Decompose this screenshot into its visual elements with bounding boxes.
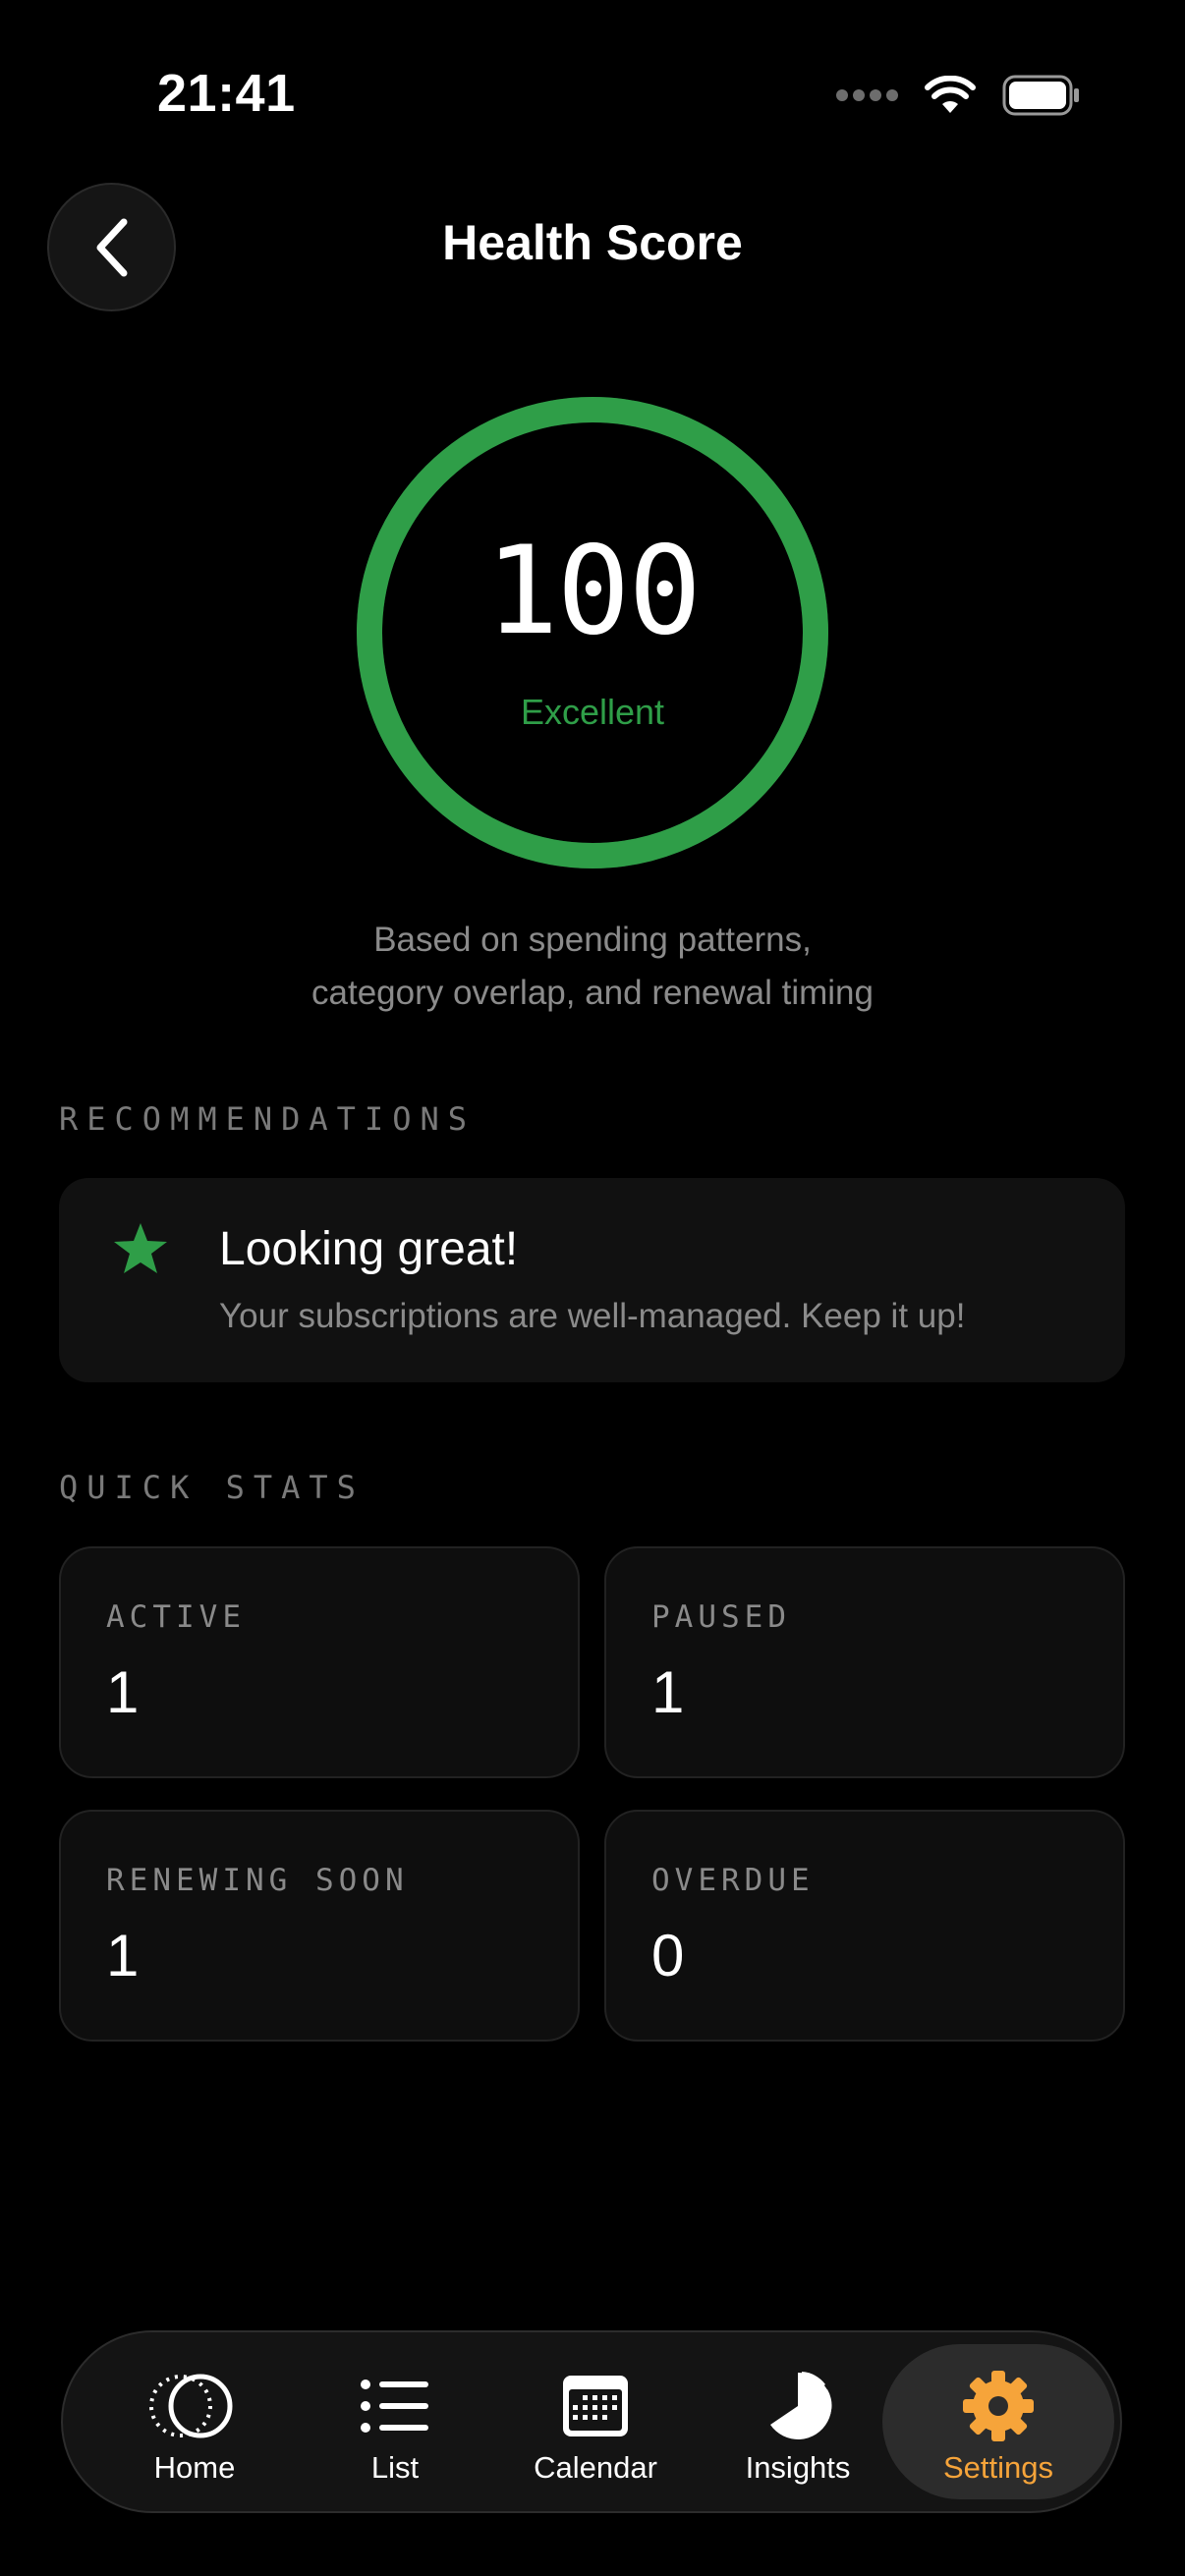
score-description: Based on spending patterns, category ove… — [0, 914, 1185, 1020]
battery-icon — [1002, 75, 1079, 116]
recommendations-heading: RECOMMENDATIONS — [59, 1100, 476, 1138]
calendar-icon — [563, 2376, 628, 2436]
recommendation-body: Your subscriptions are well-managed. Kee… — [219, 1297, 966, 1335]
tab-label: Calendar — [534, 2450, 657, 2485]
star-icon — [114, 1223, 167, 1273]
tab-label: List — [370, 2450, 420, 2485]
tab-list[interactable]: List — [279, 2344, 511, 2499]
stat-value: 1 — [651, 1659, 685, 1725]
stat-label: OVERDUE — [651, 1863, 815, 1898]
stat-card-paused: PAUSED 1 — [604, 1546, 1125, 1778]
stat-card-active: ACTIVE 1 — [59, 1546, 580, 1778]
tab-label: Home — [153, 2450, 236, 2485]
wifi-icon — [925, 76, 976, 113]
stat-label: ACTIVE — [106, 1599, 246, 1635]
gear-icon — [963, 2371, 1034, 2441]
recommendation-card: Looking great! Your subscriptions are we… — [59, 1178, 1125, 1382]
stat-card-overdue: OVERDUE 0 — [604, 1810, 1125, 2042]
quick-stats-heading: QUICK STATS — [59, 1469, 365, 1506]
home-orbit-icon — [149, 2374, 233, 2438]
stat-label: RENEWING SOON — [106, 1863, 409, 1898]
tab-label: Insights — [745, 2450, 851, 2485]
score-rating-label: Excellent — [520, 692, 665, 732]
tab-label: Settings — [942, 2450, 1053, 2485]
stat-value: 1 — [106, 1659, 140, 1725]
pie-chart-icon — [770, 2372, 832, 2439]
health-score-screen: 21:41 Health Score 100 Excellent Based o… — [0, 0, 1185, 2576]
tab-home[interactable]: Home — [79, 2344, 310, 2499]
cellular-signal-icon — [836, 89, 898, 101]
page-title: Health Score — [442, 215, 743, 270]
stat-value: 1 — [106, 1923, 140, 1988]
tab-insights[interactable]: Insights — [682, 2344, 914, 2499]
score-description-line: category overlap, and renewal timing — [311, 974, 874, 1012]
tab-bar: Home List Calendar Insights Settings — [61, 2330, 1122, 2513]
stat-label: PAUSED — [651, 1599, 791, 1635]
recommendation-title: Looking great! — [219, 1223, 519, 1275]
status-time: 21:41 — [157, 64, 296, 123]
tab-settings[interactable]: Settings — [882, 2344, 1114, 2499]
tab-calendar[interactable]: Calendar — [480, 2344, 711, 2499]
list-icon — [361, 2380, 428, 2433]
score-description-line: Based on spending patterns, — [373, 921, 812, 959]
score-value: 100 — [485, 521, 702, 662]
stat-card-renewing-soon: RENEWING SOON 1 — [59, 1810, 580, 2042]
status-indicators — [836, 73, 1081, 118]
stat-value: 0 — [651, 1923, 685, 1988]
